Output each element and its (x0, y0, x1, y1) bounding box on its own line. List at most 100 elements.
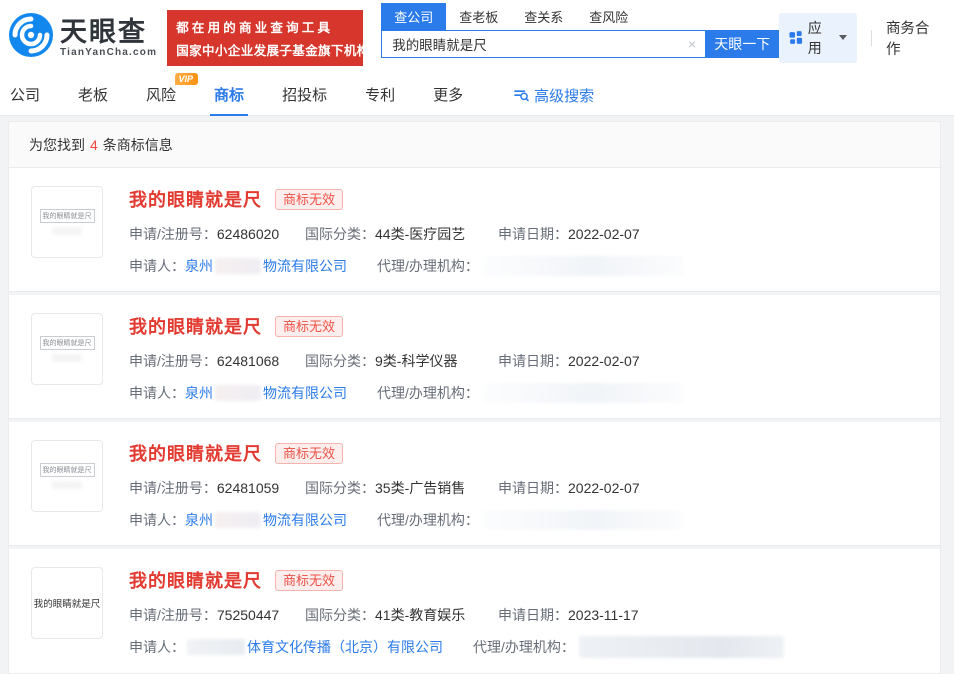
clear-search-icon[interactable]: × (688, 36, 696, 52)
trademark-name-link[interactable]: 我的眼睛就是尺 (129, 440, 262, 466)
result-category-nav: 公司 老板 风险VIP 商标 招投标 专利 更多 高级搜索 (0, 75, 954, 116)
reg-no-value: 62481068 (217, 353, 279, 369)
status-badge: 商标无效 (275, 570, 343, 591)
reg-no-label: 申请/注册号： (129, 353, 217, 369)
thumbnail-text: 我的眼睛就是尺 (34, 596, 101, 610)
count-suffix: 条商标信息 (103, 135, 173, 155)
applicant-label: 申请人： (129, 637, 185, 657)
brand-domain: TianYanCha.com (60, 47, 157, 58)
applicant-link[interactable]: 泉州物流有限公司 (185, 256, 347, 276)
chevron-down-icon (839, 35, 847, 40)
reg-no-label: 申请/注册号： (129, 480, 217, 496)
apply-date-label: 申请日期： (498, 480, 568, 496)
promo-banner: 都在用的商业查询工具 国家中小企业发展子基金旗下机构 (167, 10, 363, 66)
trademark-result-card[interactable]: 我的眼睛就是尺 我的眼睛就是尺 商标无效 申请/注册号：75250447 国际分… (9, 546, 940, 673)
thumbnail-text: 我的眼睛就是尺 (40, 463, 95, 477)
reg-no-value: 62481059 (217, 480, 279, 496)
status-badge: 商标无效 (275, 443, 343, 464)
status-badge: 商标无效 (275, 316, 343, 337)
agency-label: 代理/办理机构： (377, 256, 479, 276)
reg-no-label: 申请/注册号： (129, 607, 217, 623)
apply-date-label: 申请日期： (498, 607, 568, 623)
advanced-search-icon (513, 87, 529, 103)
redacted-text-block (215, 512, 261, 528)
redacted-text-block (579, 636, 784, 658)
applicant-label: 申请人： (129, 510, 185, 530)
search-tab-relation[interactable]: 查关系 (511, 3, 576, 30)
apply-date-value: 2022-02-07 (568, 226, 640, 242)
search-tab-company[interactable]: 查公司 (381, 3, 446, 30)
tab-trademark[interactable]: 商标 (214, 75, 244, 116)
trademark-name-link[interactable]: 我的眼睛就是尺 (129, 313, 262, 339)
tab-bidding[interactable]: 招投标 (282, 75, 327, 116)
trademark-thumbnail[interactable]: 我的眼睛就是尺 (31, 440, 103, 512)
search-tab-boss[interactable]: 查老板 (446, 3, 511, 30)
redacted-text-block (215, 385, 261, 401)
tab-company[interactable]: 公司 (10, 75, 40, 116)
trademark-thumbnail[interactable]: 我的眼睛就是尺 (31, 313, 103, 385)
count-prefix: 为您找到 (29, 135, 85, 155)
intl-class-value: 9类-科学仪器 (375, 353, 457, 369)
apps-menu-button[interactable]: 应用 (779, 13, 857, 63)
trademark-result-card[interactable]: 我的眼睛就是尺 我的眼睛就是尺 商标无效 申请/注册号：62481059 国际分… (9, 419, 940, 546)
thumbnail-watermark (52, 227, 82, 235)
trademark-thumbnail[interactable]: 我的眼睛就是尺 (31, 567, 103, 639)
trademark-name-link[interactable]: 我的眼睛就是尺 (129, 186, 262, 212)
page-header: 天眼查 TianYanCha.com 都在用的商业查询工具 国家中小企业发展子基… (0, 0, 954, 75)
thumbnail-watermark (52, 354, 82, 362)
reg-no-value: 75250447 (217, 607, 279, 623)
apply-date-value: 2022-02-07 (568, 353, 640, 369)
applicant-link[interactable]: 泉州物流有限公司 (185, 510, 347, 530)
tab-patent[interactable]: 专利 (365, 75, 395, 116)
apply-date-label: 申请日期： (498, 353, 568, 369)
applicant-link[interactable]: 体育文化传播（北京）有限公司 (185, 637, 443, 657)
results-count: 4 (90, 137, 98, 153)
apply-date-value: 2022-02-07 (568, 480, 640, 496)
intl-class-value: 44类-医疗园艺 (375, 226, 465, 242)
applicant-label: 申请人： (129, 383, 185, 403)
search-button[interactable]: 天眼一下 (705, 30, 779, 58)
applicant-link[interactable]: 泉州物流有限公司 (185, 383, 347, 403)
vip-badge: VIP (175, 73, 199, 85)
reg-no-label: 申请/注册号： (129, 226, 217, 242)
applicant-label: 申请人： (129, 256, 185, 276)
intl-class-label: 国际分类： (305, 226, 375, 242)
trademark-name-link[interactable]: 我的眼睛就是尺 (129, 567, 262, 593)
apps-grid-icon (789, 30, 803, 45)
tab-more[interactable]: 更多 (433, 75, 463, 116)
agency-label: 代理/办理机构： (473, 637, 575, 657)
intl-class-label: 国际分类： (305, 480, 375, 496)
trademark-thumbnail[interactable]: 我的眼睛就是尺 (31, 186, 103, 258)
apply-date-label: 申请日期： (498, 226, 568, 242)
promo-banner-line2: 国家中小企业发展子基金旗下机构 (176, 40, 354, 59)
results-count-bar: 为您找到 4 条商标信息 (9, 122, 940, 168)
search-type-tabs: 查公司 查老板 查关系 查风险 (381, 3, 779, 30)
intl-class-label: 国际分类： (305, 353, 375, 369)
intl-class-value: 35类-广告销售 (375, 480, 465, 496)
brand-name: 天眼查 (60, 18, 157, 46)
trademark-result-card[interactable]: 我的眼睛就是尺 我的眼睛就是尺 商标无效 申请/注册号：62481068 国际分… (9, 292, 940, 419)
intl-class-value: 41类-教育娱乐 (375, 607, 465, 623)
thumbnail-text: 我的眼睛就是尺 (40, 209, 95, 223)
search-input[interactable] (381, 30, 705, 58)
tianyancha-logo[interactable]: 天眼查 TianYanCha.com (8, 12, 157, 63)
thumbnail-watermark (52, 481, 82, 489)
advanced-search-button[interactable]: 高级搜索 (513, 85, 594, 106)
thumbnail-text: 我的眼睛就是尺 (40, 336, 95, 350)
intl-class-label: 国际分类： (305, 607, 375, 623)
redacted-text-block (215, 258, 261, 274)
advanced-search-label: 高级搜索 (534, 85, 594, 106)
tab-boss[interactable]: 老板 (78, 75, 108, 116)
search-tab-risk[interactable]: 查风险 (576, 3, 641, 30)
apps-menu-label: 应用 (808, 18, 833, 58)
trademark-result-card[interactable]: 我的眼睛就是尺 我的眼睛就是尺 商标无效 申请/注册号：62486020 国际分… (9, 168, 940, 292)
agency-label: 代理/办理机构： (377, 383, 479, 403)
tab-risk[interactable]: 风险VIP (146, 75, 176, 116)
tianyancha-logo-icon (8, 12, 54, 63)
results-container: 为您找到 4 条商标信息 我的眼睛就是尺 我的眼睛就是尺 商标无效 申请/注册号… (8, 121, 941, 674)
business-cooperation-link[interactable]: 商务合作 (886, 17, 940, 59)
apply-date-value: 2023-11-17 (568, 607, 639, 623)
header-divider (871, 30, 872, 46)
agency-label: 代理/办理机构： (377, 510, 479, 530)
reg-no-value: 62486020 (217, 226, 279, 242)
